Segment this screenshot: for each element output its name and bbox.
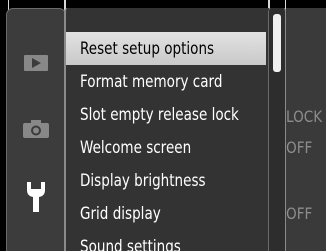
menu-item-welcome-screen[interactable]: Welcome screen — [66, 131, 266, 164]
playback-tab[interactable] — [7, 49, 65, 77]
value-welcome-screen: OFF — [286, 138, 313, 157]
menu-item-label: Display brightness — [80, 171, 206, 190]
camera-icon — [23, 120, 49, 138]
menu-item-label: Welcome screen — [80, 138, 192, 157]
setting-values-column: LOCK OFF OFF — [286, 8, 326, 251]
setup-menu-list: Reset setup options Format memory card S… — [64, 8, 272, 251]
menu-item-label: Format memory card — [80, 72, 223, 91]
value-slot-empty-release-lock: LOCK — [286, 107, 323, 126]
menu-item-label: Slot empty release lock — [80, 105, 239, 124]
scrollbar[interactable] — [268, 8, 287, 251]
setup-tab[interactable] — [7, 179, 65, 215]
menu-item-grid-display[interactable]: Grid display — [66, 197, 266, 230]
menu-item-display-brightness[interactable]: Display brightness — [66, 164, 266, 197]
menu-item-slot-empty-release-lock[interactable]: Slot empty release lock — [66, 98, 266, 131]
menu-item-label: Reset setup options — [80, 39, 215, 58]
wrench-icon — [27, 182, 45, 212]
menu-item-label: Sound settings — [80, 237, 181, 251]
playback-icon — [24, 55, 48, 71]
menu-item-format-memory-card[interactable]: Format memory card — [66, 65, 266, 98]
value-grid-display: OFF — [286, 204, 313, 223]
menu-tab-sidebar — [6, 8, 66, 251]
menu-item-label: Grid display — [80, 204, 161, 223]
scrollbar-thumb[interactable] — [273, 14, 281, 72]
shooting-tab[interactable] — [7, 115, 65, 143]
menu-item-reset-setup-options[interactable]: Reset setup options — [66, 32, 266, 65]
menu-item-sound-settings[interactable]: Sound settings — [66, 230, 266, 251]
